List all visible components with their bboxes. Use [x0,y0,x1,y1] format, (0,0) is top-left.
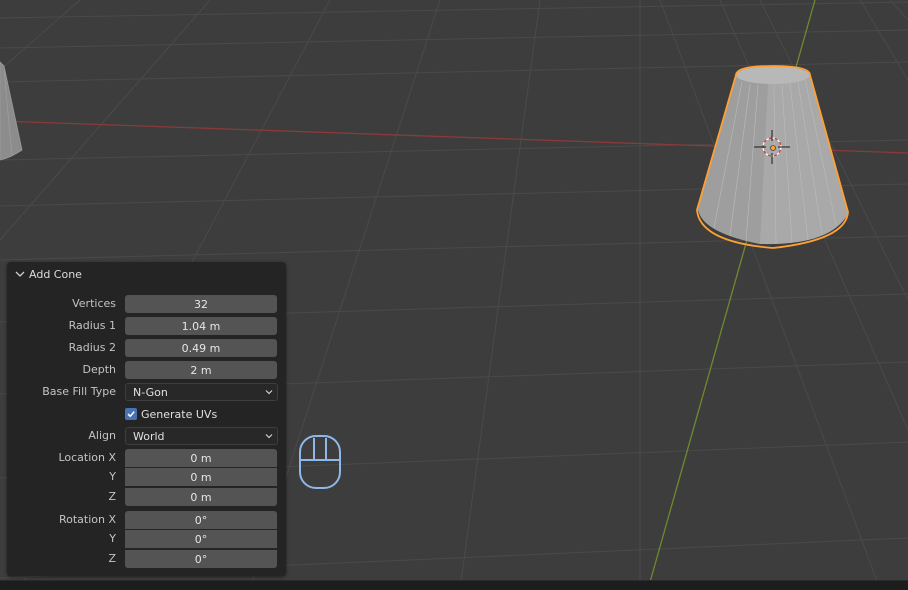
chevron-down-icon [15,271,25,277]
radius1-label: Radius 1 [68,319,116,332]
rotation-x-field[interactable]: 0° [125,511,277,529]
location-x-row: Location X 0 m [7,449,286,468]
chevron-down-icon [265,390,273,395]
generate-uvs-row: Generate UVs [7,405,286,424]
rotation-y-row: Y 0° [7,530,286,549]
location-z-label: Z [108,490,116,503]
adjust-last-operation-panel: Add Cone Vertices 32 Radius 1 1.04 m Rad… [7,262,286,576]
base-fill-row: Base Fill Type N-Gon [7,383,286,402]
location-y-label: Y [109,470,116,483]
vertices-field[interactable]: 32 [125,295,277,313]
generate-uvs-checkbox[interactable] [125,408,137,420]
panel-header[interactable]: Add Cone [15,267,82,281]
chevron-down-icon [265,434,273,439]
generate-uvs-toggle[interactable]: Generate UVs [125,405,217,423]
align-row: Align World [7,427,286,446]
radius1-field[interactable]: 1.04 m [125,317,277,335]
location-y-field[interactable]: 0 m [125,468,277,486]
panel-title: Add Cone [29,267,82,281]
radius2-row: Radius 2 0.49 m [7,339,286,358]
radius2-field[interactable]: 0.49 m [125,339,277,357]
vertices-label: Vertices [72,297,116,310]
rotation-y-field[interactable]: 0° [125,530,277,548]
rotation-x-row: Rotation X 0° [7,511,286,530]
rotation-y-label: Y [109,532,116,545]
depth-field[interactable]: 2 m [125,361,277,379]
base-fill-label: Base Fill Type [42,385,116,398]
generate-uvs-label: Generate UVs [141,407,218,421]
location-z-row: Z 0 m [7,488,286,507]
location-x-label: Location X [58,451,116,464]
base-fill-value: N-Gon [133,386,168,399]
rotation-z-label: Z [108,552,116,565]
base-fill-dropdown[interactable]: N-Gon [125,383,278,401]
rotation-x-label: Rotation X [58,513,116,526]
checkmark-icon [127,411,135,418]
rotation-z-row: Z 0° [7,550,286,569]
depth-label: Depth [82,363,116,376]
align-value: World [133,430,165,443]
object-origin-icon [770,145,776,151]
location-x-field[interactable]: 0 m [125,449,277,467]
location-y-row: Y 0 m [7,468,286,487]
radius2-label: Radius 2 [68,341,116,354]
align-dropdown[interactable]: World [125,427,278,445]
mouse-icon [299,435,341,489]
rotation-z-field[interactable]: 0° [125,550,277,568]
depth-row: Depth 2 m [7,361,286,380]
align-label: Align [88,429,116,442]
vertices-row: Vertices 32 [7,295,286,314]
radius1-row: Radius 1 1.04 m [7,317,286,336]
location-z-field[interactable]: 0 m [125,488,277,506]
